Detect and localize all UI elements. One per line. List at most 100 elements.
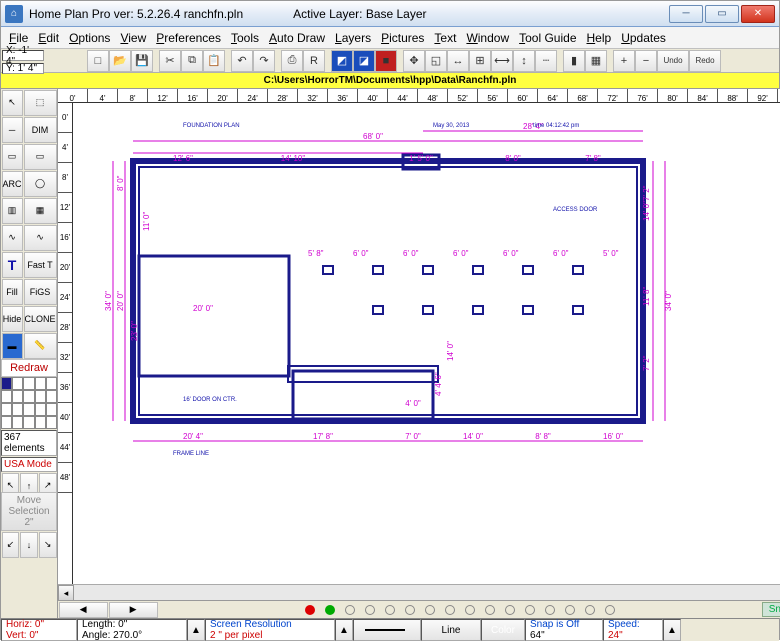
layer-dot-1[interactable]	[325, 605, 335, 615]
tool-meas[interactable]: 📏	[24, 333, 57, 359]
center-button[interactable]: ✥	[403, 50, 425, 72]
col-button[interactable]: ▮	[563, 50, 585, 72]
swatch-4[interactable]	[46, 377, 57, 390]
undo-button[interactable]: ↶	[231, 50, 253, 72]
tool-grid[interactable]: ▦	[24, 198, 57, 224]
save-button[interactable]: 💾	[131, 50, 153, 72]
redraw-button[interactable]: Redraw	[1, 359, 57, 377]
tool-rect-o[interactable]: ▭	[24, 144, 57, 170]
arrows-button[interactable]: ↔	[447, 50, 469, 72]
tool-curve[interactable]: ∿	[2, 225, 23, 251]
horizontal-scrollbar[interactable]: ◂ ▸	[58, 584, 780, 600]
seg-next[interactable]: ▶	[109, 602, 158, 618]
layer-dot-6[interactable]	[425, 605, 435, 615]
layer-dot-3[interactable]	[365, 605, 375, 615]
tool-fast-t[interactable]: Fast T	[24, 252, 57, 278]
tool-select[interactable]: ⬚	[24, 90, 57, 116]
layer-dot-10[interactable]	[505, 605, 515, 615]
swatch-13[interactable]	[35, 403, 46, 416]
length-up[interactable]: ▲	[187, 619, 205, 641]
line-style-button[interactable]	[353, 619, 421, 641]
nudge-down[interactable]: ↓	[20, 532, 38, 558]
copy-button[interactable]: ⧉	[181, 50, 203, 72]
layer-dot-12[interactable]	[545, 605, 555, 615]
layer-dot-2[interactable]	[345, 605, 355, 615]
swatch-18[interactable]	[35, 416, 46, 429]
tool-blue[interactable]: ▬	[2, 333, 23, 359]
reg-button[interactable]: R	[303, 50, 325, 72]
layer-dot-9[interactable]	[485, 605, 495, 615]
tool-rect[interactable]: ▭	[2, 144, 23, 170]
zoom-out-button[interactable]: −	[635, 50, 657, 72]
layer-dot-5[interactable]	[405, 605, 415, 615]
swatch-14[interactable]	[46, 403, 57, 416]
menu-auto-draw[interactable]: Auto Draw	[269, 31, 325, 45]
scroll-left-icon[interactable]: ◂	[58, 585, 74, 601]
tool-split[interactable]: ▥	[2, 198, 23, 224]
layer-dot-11[interactable]	[525, 605, 535, 615]
swatch-15[interactable]	[1, 416, 12, 429]
redo2-button[interactable]: Redo	[689, 50, 721, 72]
menu-updates[interactable]: Updates	[621, 31, 666, 45]
tool-line[interactable]: ─	[2, 117, 23, 143]
layer-dot-7[interactable]	[445, 605, 455, 615]
tool-curve2[interactable]: ∿	[24, 225, 57, 251]
tool-b-button[interactable]: ◪	[353, 50, 375, 72]
swatch-9[interactable]	[46, 390, 57, 403]
tool-fill[interactable]: Fill	[2, 279, 23, 305]
menu-layers[interactable]: Layers	[335, 31, 371, 45]
menu-window[interactable]: Window	[466, 31, 509, 45]
grid-button[interactable]: ▦	[585, 50, 607, 72]
tool-a-button[interactable]: ◩	[331, 50, 353, 72]
redo-button[interactable]: ↷	[253, 50, 275, 72]
menu-options[interactable]: Options	[69, 31, 110, 45]
snap-button[interactable]: ⊞	[469, 50, 491, 72]
undo2-button[interactable]: Undo	[657, 50, 689, 72]
snap-settings-button[interactable]: Snap Settings	[762, 602, 780, 617]
swatch-12[interactable]	[23, 403, 34, 416]
dash-button[interactable]: ┄	[535, 50, 557, 72]
layer-dot-15[interactable]	[605, 605, 615, 615]
zoom-in-button[interactable]: +	[613, 50, 635, 72]
nudge-down-right[interactable]: ↘	[39, 532, 57, 558]
tool-hide[interactable]: Hide	[2, 306, 23, 332]
swatch-6[interactable]	[12, 390, 23, 403]
swatch-2[interactable]	[23, 377, 34, 390]
swatch-1[interactable]	[12, 377, 23, 390]
swatch-11[interactable]	[12, 403, 23, 416]
swatch-7[interactable]	[23, 390, 34, 403]
tool-dim[interactable]: DIM	[24, 117, 57, 143]
print-button[interactable]: ⎙	[281, 50, 303, 72]
drawing-canvas[interactable]: 68' 0" 28' 4" 12' 6" 14' 10" 1' 5' 0" 8'…	[73, 103, 780, 584]
paste-button[interactable]: 📋	[203, 50, 225, 72]
tool-red-button[interactable]: ■	[375, 50, 397, 72]
layer-dot-4[interactable]	[385, 605, 395, 615]
swatch-8[interactable]	[35, 390, 46, 403]
res-up[interactable]: ▲	[335, 619, 353, 641]
menu-tool-guide[interactable]: Tool Guide	[519, 31, 576, 45]
swatch-5[interactable]	[1, 390, 12, 403]
layer-dot-8[interactable]	[465, 605, 475, 615]
swatch-16[interactable]	[12, 416, 23, 429]
menu-file[interactable]: File	[9, 31, 28, 45]
tool-t[interactable]: T	[2, 252, 23, 278]
seg-prev[interactable]: ◀	[59, 602, 108, 618]
dim-v-button[interactable]: ↕	[513, 50, 535, 72]
tool-circle[interactable]: ◯	[24, 171, 57, 197]
speed-up[interactable]: ▲	[663, 619, 681, 641]
swatch-10[interactable]	[1, 403, 12, 416]
layer-dot-14[interactable]	[585, 605, 595, 615]
handle-button[interactable]: ◱	[425, 50, 447, 72]
tool-arc[interactable]: ARC	[2, 171, 23, 197]
new-button[interactable]: □	[87, 50, 109, 72]
layer-dot-13[interactable]	[565, 605, 575, 615]
close-button[interactable]: ✕	[741, 5, 775, 23]
menu-help[interactable]: Help	[587, 31, 612, 45]
maximize-button[interactable]: ▭	[705, 5, 739, 23]
menu-preferences[interactable]: Preferences	[156, 31, 221, 45]
menu-edit[interactable]: Edit	[38, 31, 59, 45]
color-button[interactable]: Color	[481, 619, 525, 641]
minimize-button[interactable]: ─	[669, 5, 703, 23]
swatch-0[interactable]	[1, 377, 12, 390]
swatch-17[interactable]	[23, 416, 34, 429]
